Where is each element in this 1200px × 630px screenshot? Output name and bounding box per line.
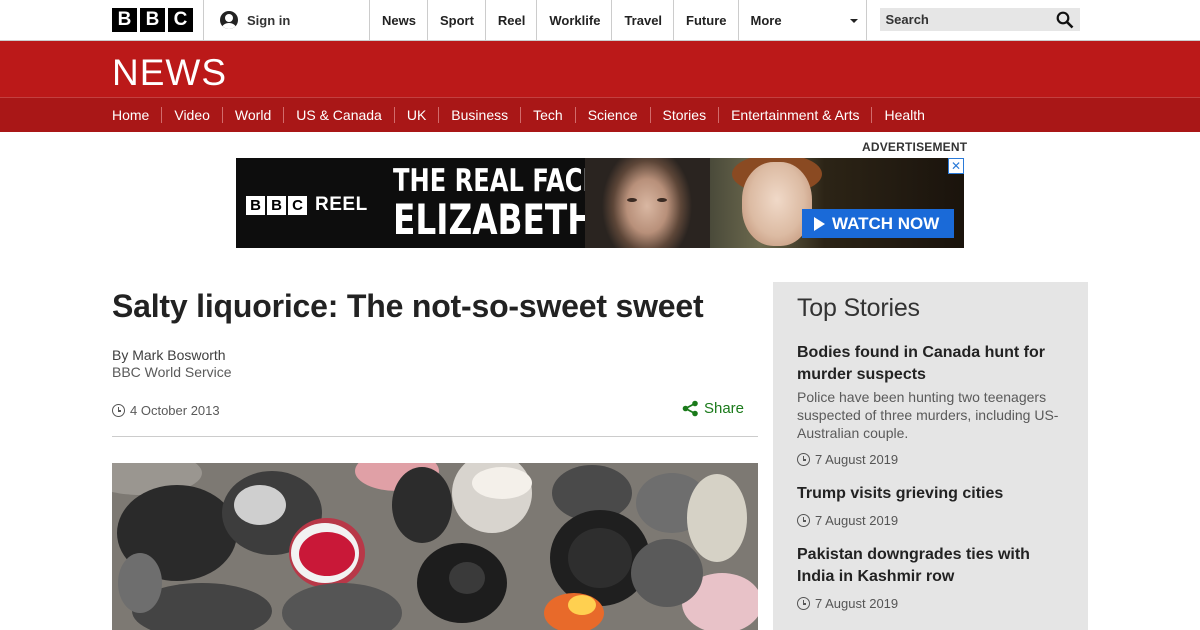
global-nav-more[interactable]: More: [739, 0, 867, 40]
reel-logo-letter: B: [246, 195, 265, 215]
story-date: 7 August 2019: [797, 452, 1064, 467]
global-nav-future[interactable]: Future: [674, 0, 739, 40]
story-date: 7 August 2019: [797, 513, 1064, 528]
section-nav-entertainment-arts[interactable]: Entertainment & Arts: [719, 107, 873, 123]
global-nav-travel[interactable]: Travel: [612, 0, 675, 40]
portrait-eye: [657, 198, 667, 202]
play-icon: [814, 216, 825, 231]
list-item[interactable]: Bodies found in Canada hunt for murder s…: [797, 342, 1064, 467]
story-title[interactable]: Bodies found in Canada hunt for murder s…: [797, 342, 1064, 386]
global-nav-sport[interactable]: Sport: [428, 0, 486, 40]
top-stories-heading: Top Stories: [797, 294, 920, 322]
clock-icon: [797, 453, 810, 466]
search-box: [879, 8, 1080, 32]
section-nav-science[interactable]: Science: [576, 107, 651, 123]
watch-now-button[interactable]: WATCH NOW: [802, 209, 954, 238]
story-title[interactable]: Trump visits grieving cities: [797, 483, 1064, 505]
global-nav-worklife[interactable]: Worklife: [537, 0, 613, 40]
close-icon[interactable]: ✕: [948, 158, 964, 174]
section-nav-tech[interactable]: Tech: [521, 107, 576, 123]
story-date-text: 7 August 2019: [815, 513, 899, 528]
clock-icon: [797, 597, 810, 610]
list-item[interactable]: Pakistan downgrades ties with India in K…: [797, 544, 1064, 611]
clock-icon: [797, 514, 810, 527]
reel-logo-letter: C: [288, 195, 307, 215]
article: Salty liquorice: The not-so-sweet sweet …: [112, 282, 758, 437]
portrait-eye: [627, 198, 637, 202]
top-stories-panel: Top Stories Bodies found in Canada hunt …: [773, 282, 1088, 630]
article-date: 4 October 2013: [112, 403, 758, 418]
reel-logo-word: REEL: [315, 194, 368, 215]
section-nav-home[interactable]: Home: [112, 107, 163, 123]
article-title: Salty liquorice: The not-so-sweet sweet: [112, 288, 704, 324]
share-label: Share: [703, 400, 744, 417]
story-date: 7 August 2019: [797, 596, 1064, 611]
search-icon[interactable]: [1056, 11, 1074, 32]
list-item[interactable]: Trump visits grieving cities 7 August 20…: [797, 483, 1064, 528]
story-date-text: 7 August 2019: [815, 452, 899, 467]
user-icon: [220, 11, 238, 29]
caret-down-icon: [849, 19, 858, 23]
clock-icon: [112, 404, 125, 417]
section-nav-uk[interactable]: UK: [395, 107, 440, 123]
bbc-logo-letter: B: [112, 8, 137, 32]
global-nav-more-label: More: [750, 12, 782, 28]
sign-in-link[interactable]: Sign in: [203, 0, 370, 40]
bbc-reel-logo: B B C REEL: [246, 194, 368, 216]
section-nav: Home Video World US & Canada UK Business…: [0, 97, 1200, 132]
news-wordmark[interactable]: NEWS: [112, 52, 227, 94]
section-nav-health[interactable]: Health: [872, 107, 936, 123]
sign-in-label: Sign in: [247, 12, 291, 28]
byline-author: By Mark Bosworth: [112, 347, 226, 363]
byline-organisation: BBC World Service: [112, 364, 232, 380]
bbc-logo-letter: B: [140, 8, 165, 32]
advertisement-label: ADVERTISEMENT: [862, 140, 968, 154]
global-nav: News Sport Reel Worklife Travel Future M…: [370, 0, 867, 40]
bbc-logo[interactable]: B B C: [112, 0, 193, 40]
article-date-text: 4 October 2013: [130, 403, 220, 418]
share-icon: [682, 400, 698, 417]
ad-portrait-sculpture: [585, 158, 710, 248]
section-nav-world[interactable]: World: [223, 107, 285, 123]
global-header: B B C Sign in News Sport Reel Worklife T…: [0, 0, 1200, 41]
watch-now-label: WATCH NOW: [832, 213, 940, 233]
story-summary: Police have been hunting two teenagers s…: [797, 389, 1059, 441]
bbc-logo-letter: C: [168, 8, 193, 32]
section-nav-video[interactable]: Video: [162, 107, 223, 123]
article-meta: 4 October 2013 Share: [112, 400, 758, 437]
section-nav-business[interactable]: Business: [439, 107, 522, 123]
reel-logo-letter: B: [267, 195, 286, 215]
news-banner: NEWS: [0, 41, 1200, 97]
story-title[interactable]: Pakistan downgrades ties with India in K…: [797, 544, 1064, 588]
story-date-text: 7 August 2019: [815, 596, 899, 611]
byline: By Mark Bosworth BBC World Service: [112, 347, 758, 381]
section-nav-stories[interactable]: Stories: [651, 107, 720, 123]
global-nav-reel[interactable]: Reel: [486, 0, 538, 40]
share-button[interactable]: Share: [682, 400, 744, 417]
global-nav-news[interactable]: News: [370, 0, 428, 40]
advertisement-banner[interactable]: B B C REEL THE REAL FACE OF ELIZABETH I …: [236, 158, 964, 248]
section-nav-us-canada[interactable]: US & Canada: [284, 107, 395, 123]
search-input[interactable]: [885, 12, 1046, 27]
article-hero-image: [112, 463, 758, 630]
